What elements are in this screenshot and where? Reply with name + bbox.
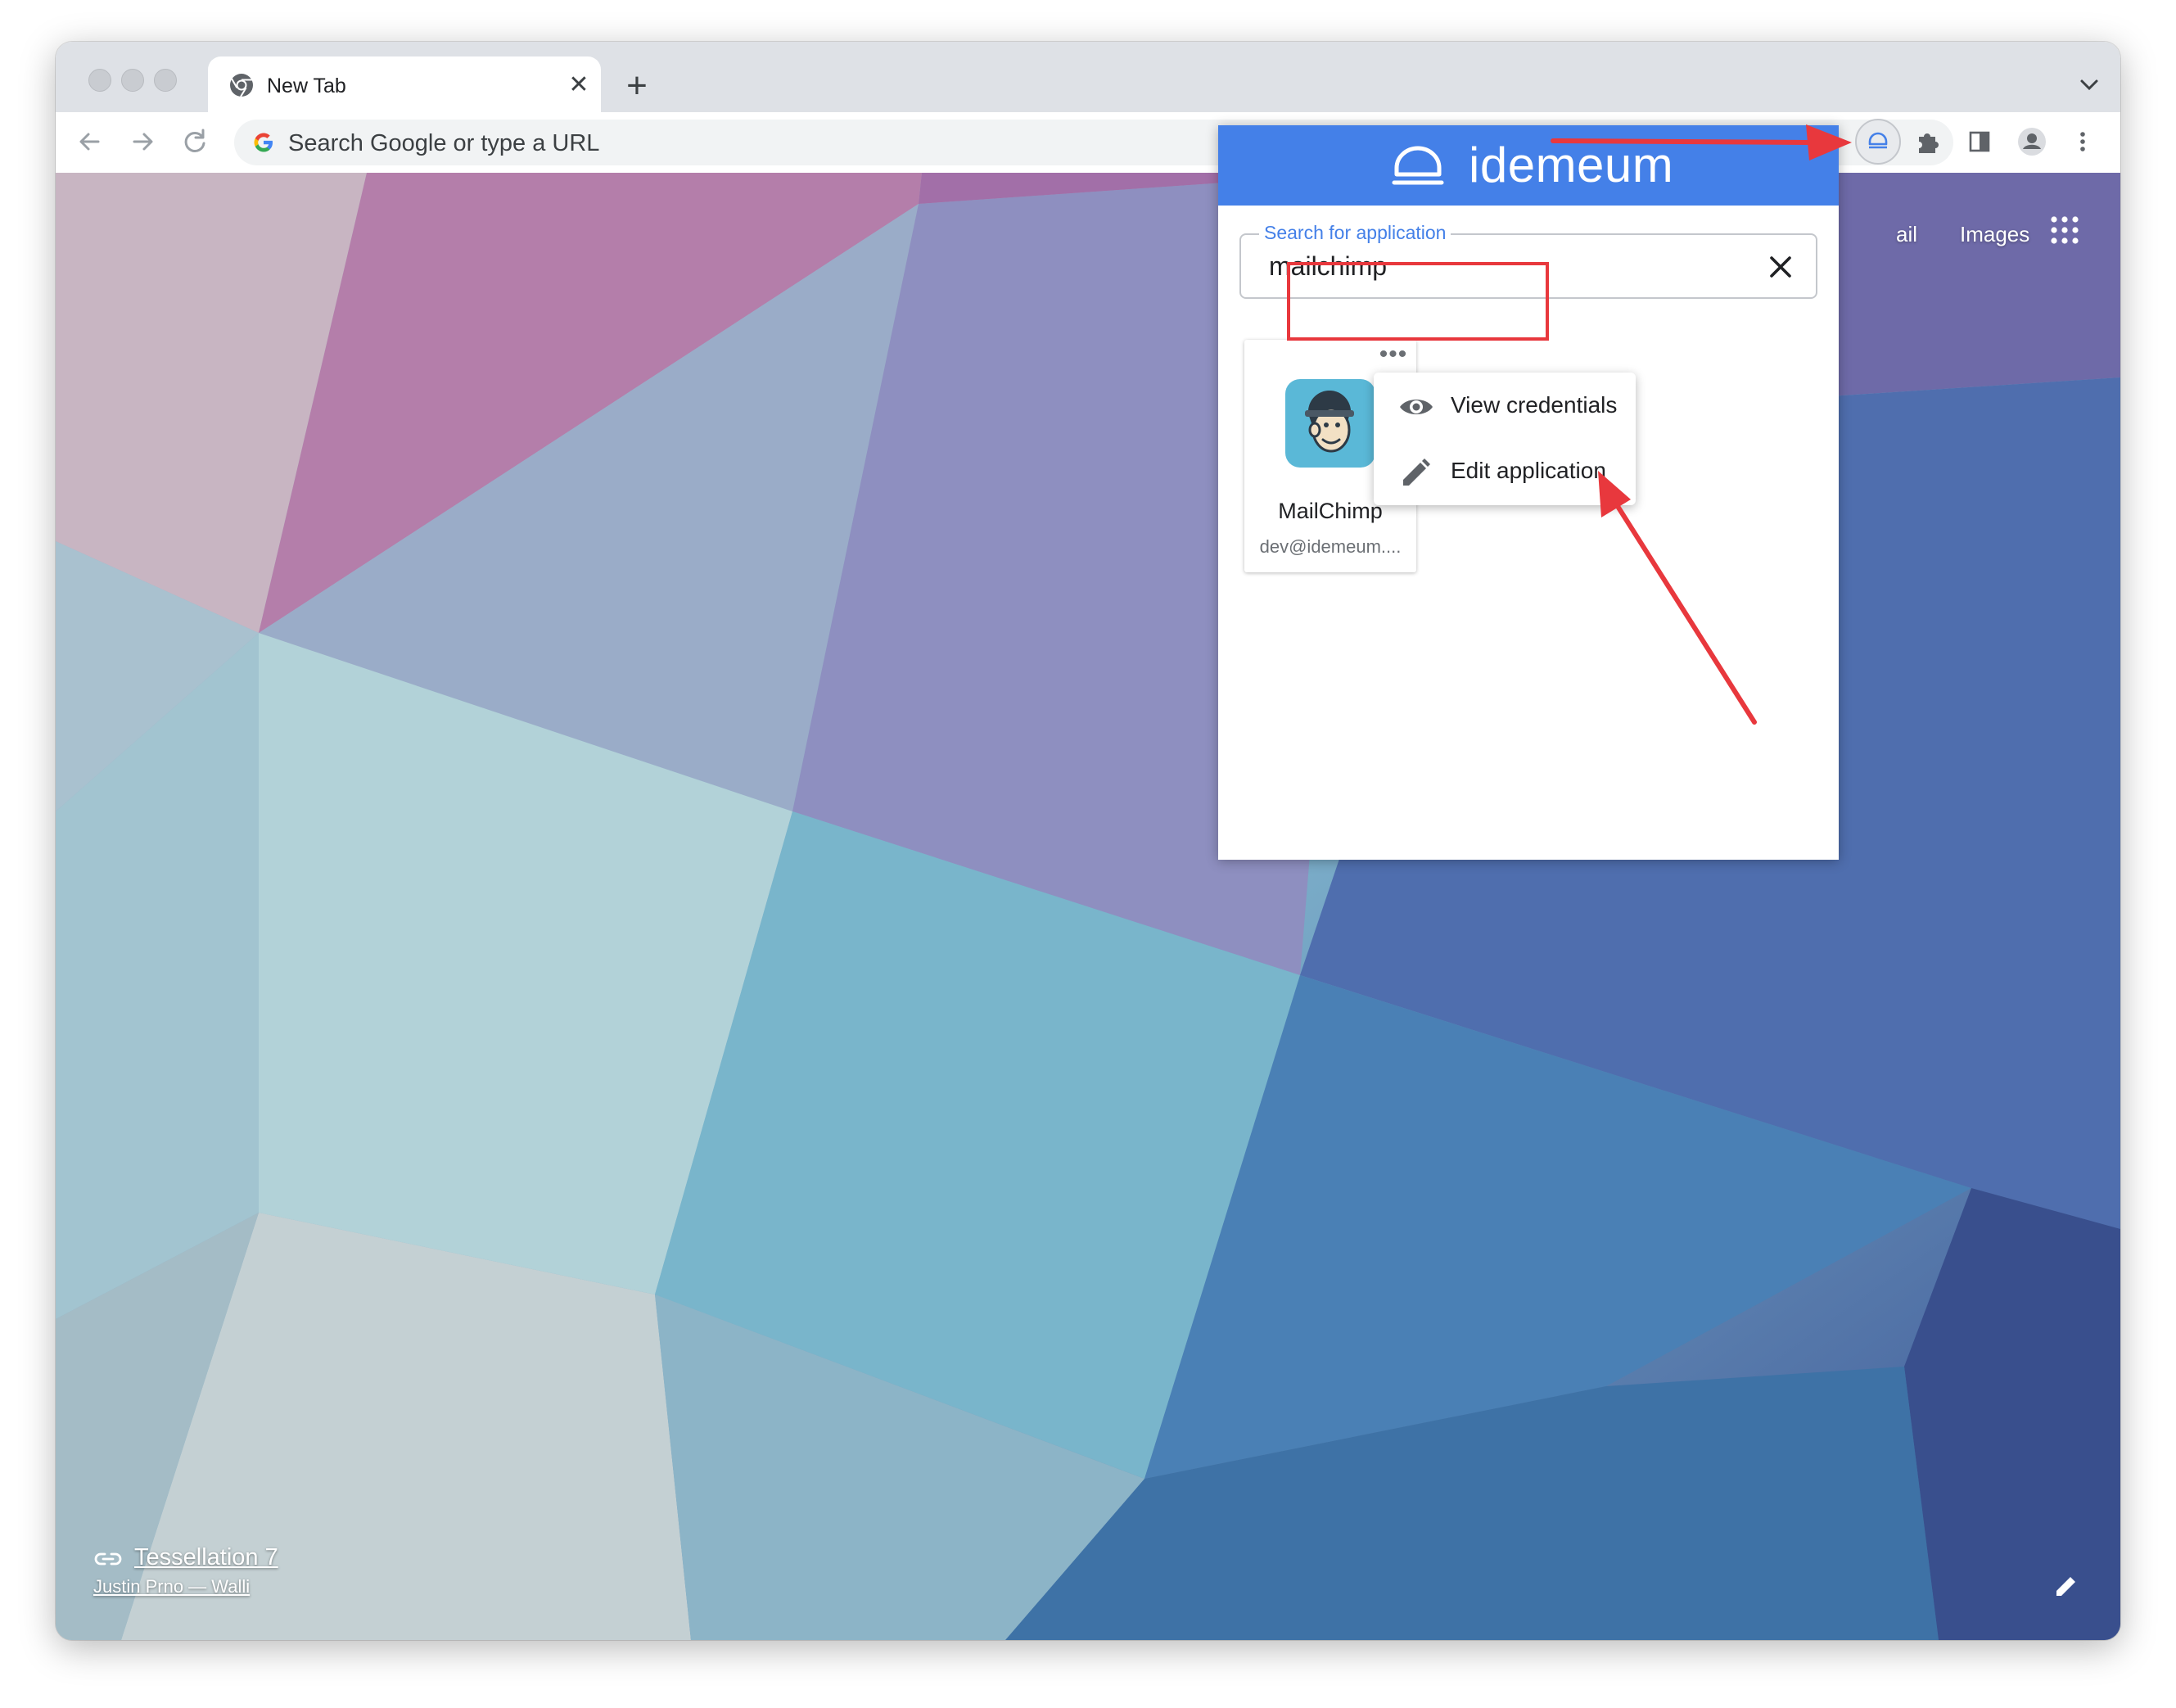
link-icon: [94, 1552, 122, 1566]
side-panel-icon[interactable]: [1960, 122, 1999, 161]
mailchimp-logo: [1285, 379, 1375, 468]
pencil-icon: [1403, 459, 1430, 486]
annotation-highlight-box: [1287, 262, 1549, 341]
tab-strip: New Tab ✕ +: [56, 42, 2120, 114]
window-zoom-button[interactable]: [154, 69, 177, 92]
clear-search-icon[interactable]: [1765, 251, 1796, 282]
card-context-menu: View credentials Edit application: [1374, 373, 1636, 505]
card-more-options-button[interactable]: •••: [1377, 342, 1410, 371]
background-attribution: Tessellation 7 Justin Prno — Walli: [93, 1544, 278, 1597]
app-account: dev@idemeum....: [1259, 536, 1402, 557]
attribution-title: Tessellation 7: [134, 1544, 278, 1570]
tab-close-button[interactable]: ✕: [560, 66, 598, 104]
idemeum-extension-button[interactable]: [1855, 119, 1901, 165]
attribution-credit-link[interactable]: Justin Prno — Walli: [93, 1576, 278, 1597]
brand-name: idemeum: [1469, 138, 1674, 192]
forward-arrow-icon[interactable]: [123, 122, 162, 161]
omnibox-placeholder: Search Google or type a URL: [288, 130, 600, 156]
reload-icon[interactable]: [175, 122, 214, 161]
tab-title: New Tab: [267, 75, 346, 97]
kebab-menu-icon[interactable]: [2063, 122, 2102, 161]
popup-header: idemeum: [1218, 125, 1839, 206]
chevron-down-icon[interactable]: [2074, 70, 2104, 99]
profile-avatar-icon[interactable]: [2012, 122, 2052, 161]
gmail-link[interactable]: ail: [1896, 222, 1917, 247]
search-label: Search for application: [1259, 222, 1451, 244]
puzzle-extensions-icon[interactable]: [1907, 122, 1947, 161]
attribution-title-link[interactable]: Tessellation 7: [93, 1544, 278, 1571]
google-g-icon: [254, 133, 273, 152]
customize-pencil-icon[interactable]: [2048, 1568, 2084, 1604]
tab-new-tab[interactable]: New Tab ✕: [208, 56, 601, 114]
menu-item-edit-application[interactable]: Edit application: [1374, 440, 1636, 505]
window-minimize-button[interactable]: [121, 69, 144, 92]
google-apps-grid-icon[interactable]: [2048, 214, 2081, 246]
chrome-icon: [230, 74, 253, 97]
new-tab-button[interactable]: +: [616, 66, 658, 109]
images-link[interactable]: Images: [1960, 222, 2029, 247]
eye-icon: [1400, 400, 1433, 414]
idemeum-popup: idemeum Search for application mailchimp…: [1218, 125, 1839, 860]
menu-item-label: Edit application: [1451, 458, 1606, 483]
menu-item-label: View credentials: [1451, 392, 1618, 418]
menu-item-view-credentials[interactable]: View credentials: [1374, 374, 1636, 440]
back-arrow-icon[interactable]: [70, 122, 110, 161]
window-close-button[interactable]: [88, 69, 111, 92]
idemeum-logo-icon: [1868, 132, 1888, 149]
mailchimp-monkey-icon: [1305, 391, 1354, 453]
idemeum-brand-icon: [1392, 146, 1444, 185]
